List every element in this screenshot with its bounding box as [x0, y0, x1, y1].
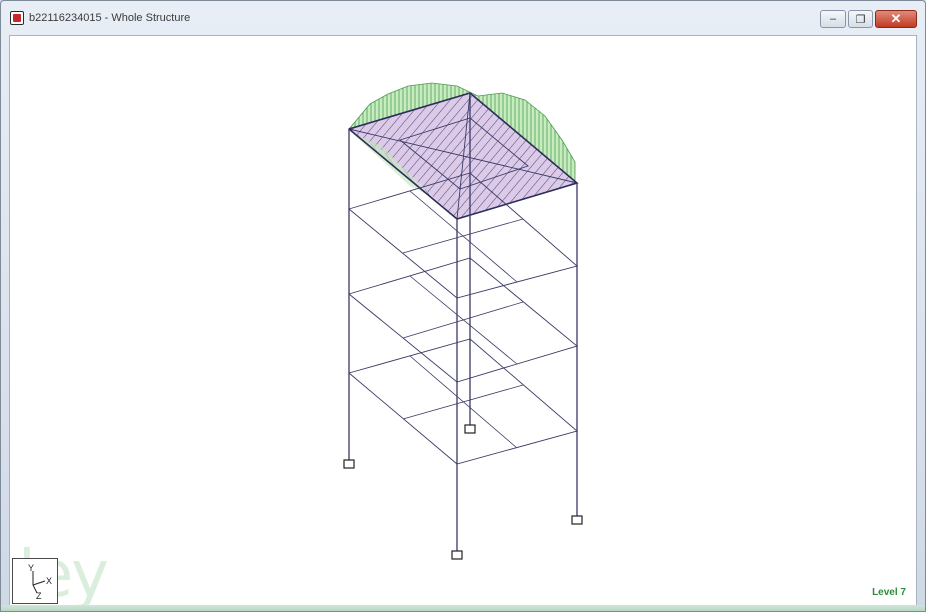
- app-icon[interactable]: [10, 11, 24, 25]
- support-front: [451, 550, 463, 560]
- floor-level-3-mid2: [402, 218, 524, 254]
- floor-level-2-mid2: [402, 301, 524, 339]
- floor-level-1-mid2: [402, 384, 524, 420]
- close-icon: ✕: [890, 11, 902, 26]
- window-controls: – ❐ ✕: [820, 10, 917, 28]
- axis-y-label: Y: [28, 563, 35, 573]
- close-button[interactable]: ✕: [875, 10, 917, 28]
- axis-orientation-widget: Y X Z: [12, 558, 58, 604]
- structure-viewport[interactable]: ley Y X Z Level 7: [9, 35, 917, 607]
- structure-model: [343, 82, 583, 560]
- axis-x-label: X: [46, 576, 53, 586]
- window-title: b22116234015 - Whole Structure: [29, 12, 191, 24]
- maximize-icon: ❐: [855, 13, 866, 26]
- support-left: [343, 459, 355, 469]
- axis-z-label: Z: [36, 591, 42, 601]
- bottom-border: [1, 605, 925, 611]
- app-window: b22116234015 - Whole Structure – ❐ ✕ ley…: [0, 0, 926, 612]
- support-back: [464, 424, 476, 434]
- level-label: Level 7: [872, 587, 906, 598]
- title-bar[interactable]: b22116234015 - Whole Structure – ❐ ✕: [1, 1, 925, 35]
- support-right: [571, 515, 583, 525]
- minimize-button[interactable]: –: [820, 10, 846, 28]
- minimize-icon: –: [829, 13, 837, 25]
- maximize-button[interactable]: ❐: [848, 10, 873, 28]
